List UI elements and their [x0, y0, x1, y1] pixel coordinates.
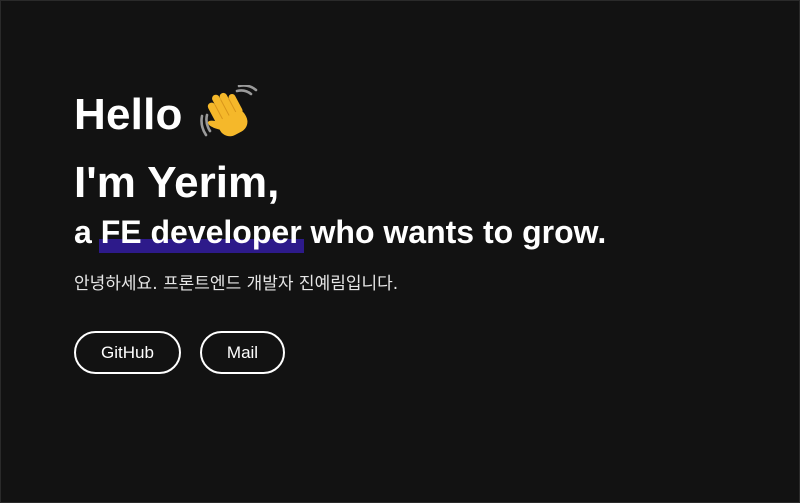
link-buttons: GitHub Mail: [74, 331, 606, 374]
tagline-highlight-text: FE developer: [100, 214, 302, 250]
greeting-text: Hello: [74, 90, 183, 139]
intro-heading: I'm Yerim,: [74, 158, 280, 207]
wave-hand-icon: [199, 84, 259, 145]
tagline-highlight: FE developer: [98, 210, 304, 254]
tagline-suffix: who wants to grow.: [301, 214, 607, 250]
greeting-line: Hello: [74, 84, 606, 146]
tagline-prefix: a: [74, 214, 101, 250]
github-button[interactable]: GitHub: [74, 331, 181, 374]
tagline: a FE developer who wants to grow.: [74, 210, 606, 254]
subtitle: 안녕하세요. 프론트엔드 개발자 진예림입니다.: [74, 274, 399, 294]
hero-section: Hello I'm Yerim, a FE developer who want…: [74, 84, 606, 374]
mail-button[interactable]: Mail: [200, 331, 285, 374]
